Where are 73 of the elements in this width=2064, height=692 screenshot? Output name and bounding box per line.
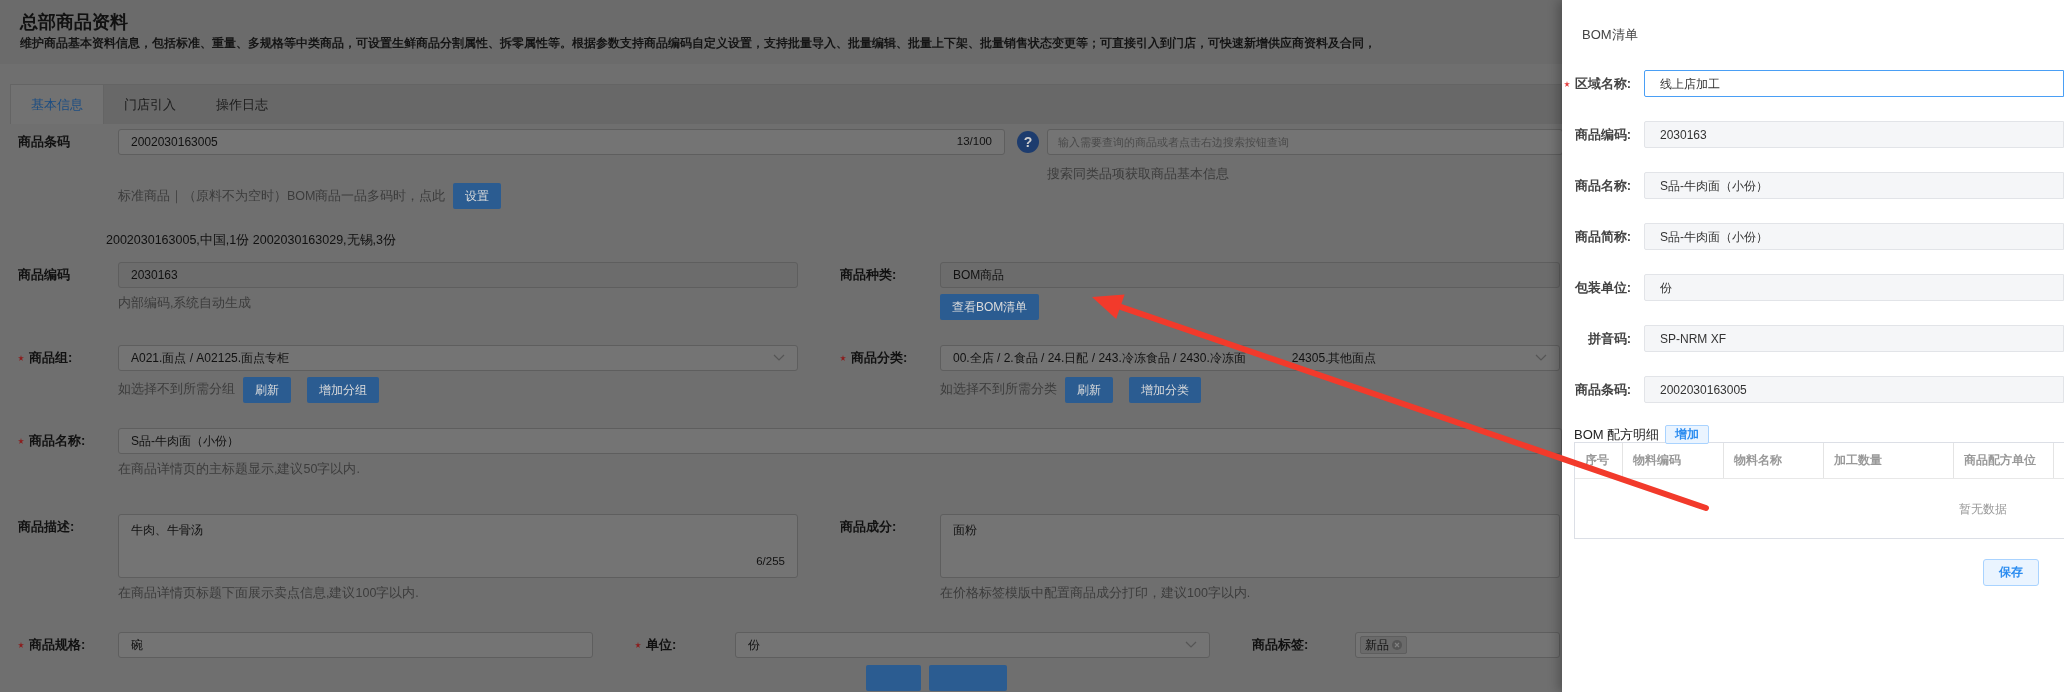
barcode-list: 2002030163005,中国,1份 2002030163029,无锡,3份 (106, 231, 1562, 250)
text-area[interactable]: 面粉 (940, 513, 1560, 578)
section-title: BOM 配方明细 (1574, 426, 1660, 444)
caret-icon (1535, 353, 1547, 362)
input-field[interactable]: BOM商品 (940, 261, 1560, 288)
field-label: 商品成分: (839, 517, 898, 536)
action-button[interactable]: 查看BOM清单 (940, 293, 1040, 320)
input-field[interactable]: 碗 (118, 632, 593, 659)
required-icon (18, 437, 24, 444)
input-field[interactable]: 线上店加工 (1644, 70, 2064, 97)
action-button[interactable]: 刷新 (1065, 376, 1113, 403)
tab[interactable]: 操作日志 (196, 85, 288, 124)
input-field[interactable]: 2030163 (118, 261, 798, 288)
select-field[interactable]: A021.面点 / A02125.面点专柜 (118, 344, 798, 371)
field-label: 商品编码: (1573, 125, 1631, 144)
field-label: 商品分类: (798, 344, 940, 371)
page-description: 维护商品基本资料信息，包括标准、重量、多规格等中类商品，可设置生鲜商品分割属性、拆零属性等。根据参数支持商品编码自定义设置，支持批量导入、批量编辑、批量上下架、批量销售状态变更等；可直接引入到门店，可快速新增供应商资料及合同， (20, 35, 1377, 51)
select-field[interactable]: 份 (735, 632, 1210, 659)
field-label: 商品组: (18, 344, 118, 371)
add-button[interactable]: 增加 (1665, 425, 1710, 445)
character-counter: 13/100 (956, 134, 992, 150)
save-button[interactable]: 保存 (1983, 558, 2039, 586)
tag-field[interactable]: 新品 (1355, 632, 1560, 659)
input-field[interactable]: 份 (1644, 274, 2064, 301)
field-label: 区域名称: (1562, 73, 1631, 94)
field-label: 商品条码: (1573, 380, 1631, 399)
field-label: 单位: (593, 632, 735, 659)
required-icon (840, 354, 846, 361)
page-title: 总部商品资料 (20, 11, 129, 34)
character-counter: 6/255 (756, 554, 785, 570)
field-label: 商品简称: (1573, 227, 1631, 246)
empty-message: 暂无数据 (1959, 500, 2007, 518)
field-label: 商品名称: (1573, 176, 1631, 195)
required-icon (1563, 80, 1570, 87)
input-field[interactable]: S品-牛肉面（小份） (1644, 223, 2064, 250)
tag: 新品 (1360, 636, 1407, 655)
column-header: 物料编码 (1623, 442, 1724, 478)
action-button[interactable]: 增加分组 (307, 376, 379, 403)
help-icon[interactable]: ? (1017, 131, 1039, 153)
field-label: 拼音码: (1586, 329, 1631, 348)
column-header: 商品配方单位 (1954, 442, 2054, 478)
action-button[interactable]: 刷新 (243, 376, 291, 403)
caret-icon (1185, 641, 1197, 650)
required-icon (18, 354, 24, 361)
field-label: 包装单位: (1573, 278, 1631, 297)
caret-icon (773, 353, 785, 362)
column-header: 物料名称 (1724, 442, 1824, 478)
partial-button[interactable] (929, 665, 1007, 692)
column-header: 加工数量 (1824, 442, 1954, 478)
column-header: 序号 (1575, 442, 1623, 478)
action-button[interactable]: 增加分类 (1129, 376, 1201, 403)
input-field[interactable]: S品-牛肉面（小份） (1644, 172, 2064, 199)
input-field[interactable]: SP-NRM XF (1644, 325, 2064, 352)
partial-button[interactable] (866, 665, 921, 692)
field-label: 商品编码 (18, 265, 71, 284)
field-label: 商品名称: (18, 427, 118, 454)
input-field[interactable]: 2002030163005 13/100 (118, 129, 1005, 155)
input-field[interactable]: S品-牛肉面（小份） (118, 427, 1562, 454)
field-label: 商品描述: (18, 517, 76, 536)
input-field[interactable]: 2030163 (1644, 121, 2064, 148)
field-label: 商品规格: (18, 632, 118, 659)
required-icon (18, 642, 24, 649)
field-label: 商品条码 (18, 133, 71, 151)
tab[interactable]: 门店引入 (104, 85, 196, 124)
close-icon[interactable] (1392, 640, 1402, 651)
select-field[interactable]: 00.全店 / 2.食品 / 24.日配 / 243.冷冻食品 / 2430.冷冻面 24305.其他面点 (940, 344, 1560, 371)
field-label: 商品种类: (839, 265, 898, 284)
field-label: 商品标签: (1251, 636, 1310, 655)
required-icon (635, 642, 641, 649)
input-field[interactable]: 2002030163005 (1644, 376, 2064, 403)
drawer-title: BOM清单 (1582, 27, 1638, 42)
text-area[interactable]: 牛肉、牛骨汤 6/255 (118, 513, 798, 578)
settings-button[interactable]: 设置 (453, 183, 502, 209)
